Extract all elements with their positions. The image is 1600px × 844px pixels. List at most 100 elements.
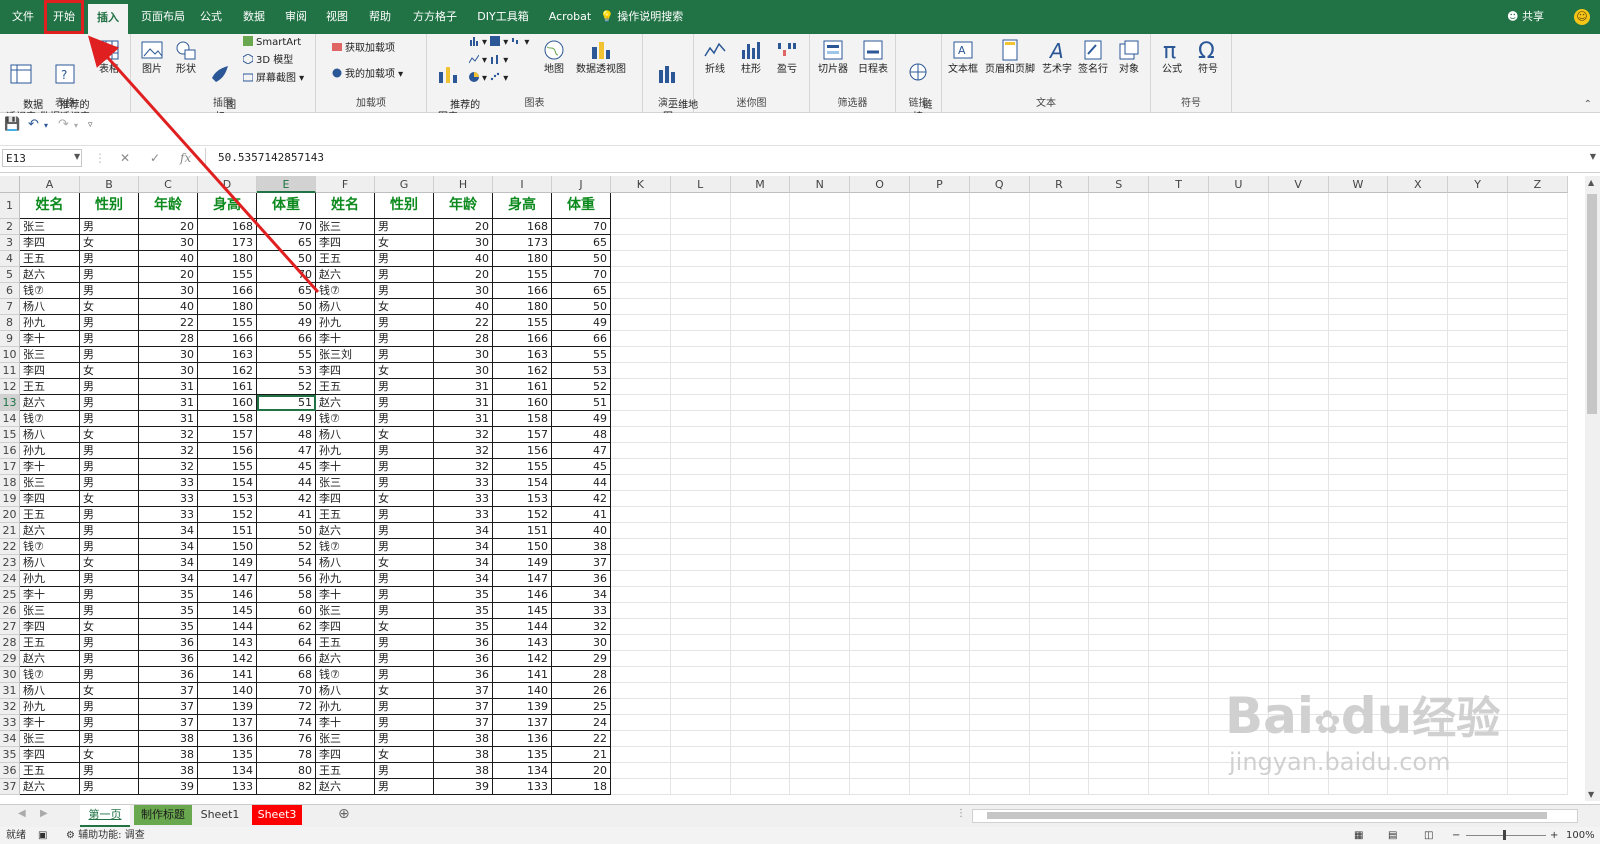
empty-cell[interactable] [910, 747, 970, 763]
empty-cell[interactable] [850, 315, 910, 331]
data-cell[interactable]: 158 [198, 411, 257, 427]
empty-cell[interactable] [850, 635, 910, 651]
row-header[interactable]: 12 [0, 379, 20, 395]
empty-cell[interactable] [790, 459, 851, 475]
data-cell[interactable]: 女 [375, 747, 434, 763]
empty-cell[interactable] [1508, 571, 1568, 587]
tab-2[interactable]: 插入 [88, 4, 128, 34]
empty-cell[interactable] [1268, 395, 1329, 411]
data-cell[interactable]: 168 [198, 219, 257, 235]
empty-cell[interactable] [910, 731, 970, 747]
empty-cell[interactable] [1029, 299, 1090, 315]
data-cell[interactable]: 157 [198, 427, 257, 443]
data-cell[interactable]: 45 [552, 459, 611, 475]
data-cell[interactable]: 162 [198, 363, 257, 379]
data-cell[interactable]: 47 [257, 443, 316, 459]
empty-cell[interactable] [1209, 667, 1269, 683]
empty-cell[interactable] [1268, 251, 1329, 267]
empty-cell[interactable] [1149, 491, 1209, 507]
data-cell[interactable]: 女 [375, 427, 434, 443]
empty-cell[interactable] [790, 331, 851, 347]
empty-cell[interactable] [1209, 603, 1269, 619]
empty-cell[interactable] [1388, 363, 1449, 379]
data-cell[interactable]: 49 [257, 315, 316, 331]
row-header[interactable]: 31 [0, 683, 20, 699]
empty-cell[interactable] [1508, 379, 1568, 395]
data-cell[interactable]: 36 [434, 651, 493, 667]
data-cell[interactable]: 142 [198, 651, 257, 667]
empty-cell[interactable] [1209, 219, 1269, 235]
empty-cell[interactable] [910, 315, 970, 331]
data-cell[interactable]: 男 [375, 779, 434, 795]
empty-cell[interactable] [910, 299, 970, 315]
empty-cell[interactable] [670, 539, 731, 555]
empty-cell[interactable] [1268, 347, 1329, 363]
empty-cell[interactable] [1268, 651, 1329, 667]
data-cell[interactable]: 男 [375, 507, 434, 523]
empty-cell[interactable] [790, 267, 851, 283]
empty-cell[interactable] [670, 555, 731, 571]
data-cell[interactable]: 155 [198, 267, 257, 283]
data-cell[interactable]: 48 [257, 427, 316, 443]
data-cell[interactable]: 男 [375, 315, 434, 331]
macro-record-icon[interactable]: ▣ [38, 827, 47, 844]
data-cell[interactable]: 173 [493, 235, 552, 251]
empty-cell[interactable] [611, 507, 671, 523]
data-cell[interactable]: 李十 [20, 715, 80, 731]
empty-cell[interactable] [790, 235, 851, 251]
data-cell[interactable]: 杨八 [316, 299, 375, 315]
empty-cell[interactable] [1388, 411, 1449, 427]
data-cell[interactable]: 30 [434, 363, 493, 379]
data-cell[interactable]: 37 [434, 699, 493, 715]
data-cell[interactable]: 赵六 [20, 395, 80, 411]
empty-cell[interactable] [850, 603, 910, 619]
empty-cell[interactable] [1388, 635, 1449, 651]
data-cell[interactable]: 50 [257, 299, 316, 315]
data-cell[interactable]: 143 [198, 635, 257, 651]
data-cell[interactable]: 34 [139, 571, 198, 587]
empty-cell[interactable] [969, 699, 1030, 715]
column-header-I[interactable]: I [493, 176, 552, 193]
row-header[interactable]: 30 [0, 667, 20, 683]
empty-cell[interactable] [910, 635, 970, 651]
empty-cell[interactable] [910, 571, 970, 587]
empty-cell[interactable] [730, 193, 791, 219]
empty-cell[interactable] [850, 395, 910, 411]
empty-cell[interactable] [1328, 267, 1389, 283]
data-cell[interactable]: 147 [493, 571, 552, 587]
empty-cell[interactable] [1089, 571, 1150, 587]
empty-cell[interactable] [850, 491, 910, 507]
empty-cell[interactable] [1149, 763, 1209, 779]
empty-cell[interactable] [730, 491, 791, 507]
data-cell[interactable]: 166 [198, 331, 257, 347]
empty-cell[interactable] [670, 411, 731, 427]
empty-cell[interactable] [1448, 299, 1508, 315]
data-cell[interactable]: 40 [434, 251, 493, 267]
row-header[interactable]: 29 [0, 651, 20, 667]
empty-cell[interactable] [1209, 539, 1269, 555]
empty-cell[interactable] [1029, 315, 1090, 331]
table-button[interactable]: 表格 [94, 38, 124, 76]
empty-cell[interactable] [1029, 539, 1090, 555]
empty-cell[interactable] [1209, 523, 1269, 539]
empty-cell[interactable] [1149, 523, 1209, 539]
empty-cell[interactable] [730, 779, 791, 795]
row-header[interactable]: 3 [0, 235, 20, 251]
horizontal-scrollbar[interactable] [972, 809, 1578, 823]
empty-cell[interactable] [730, 251, 791, 267]
row-header[interactable]: 15 [0, 427, 20, 443]
empty-cell[interactable] [1149, 251, 1209, 267]
data-cell[interactable]: 男 [375, 715, 434, 731]
data-cell[interactable]: 18 [552, 779, 611, 795]
empty-cell[interactable] [790, 283, 851, 299]
empty-cell[interactable] [969, 411, 1030, 427]
empty-cell[interactable] [730, 731, 791, 747]
empty-cell[interactable] [1328, 193, 1389, 219]
data-cell[interactable]: 152 [493, 507, 552, 523]
empty-cell[interactable] [730, 715, 791, 731]
empty-cell[interactable] [1089, 587, 1150, 603]
empty-cell[interactable] [1508, 507, 1568, 523]
empty-cell[interactable] [611, 427, 671, 443]
data-cell[interactable]: 女 [375, 235, 434, 251]
zoom-in-icon[interactable]: + [1550, 827, 1558, 844]
